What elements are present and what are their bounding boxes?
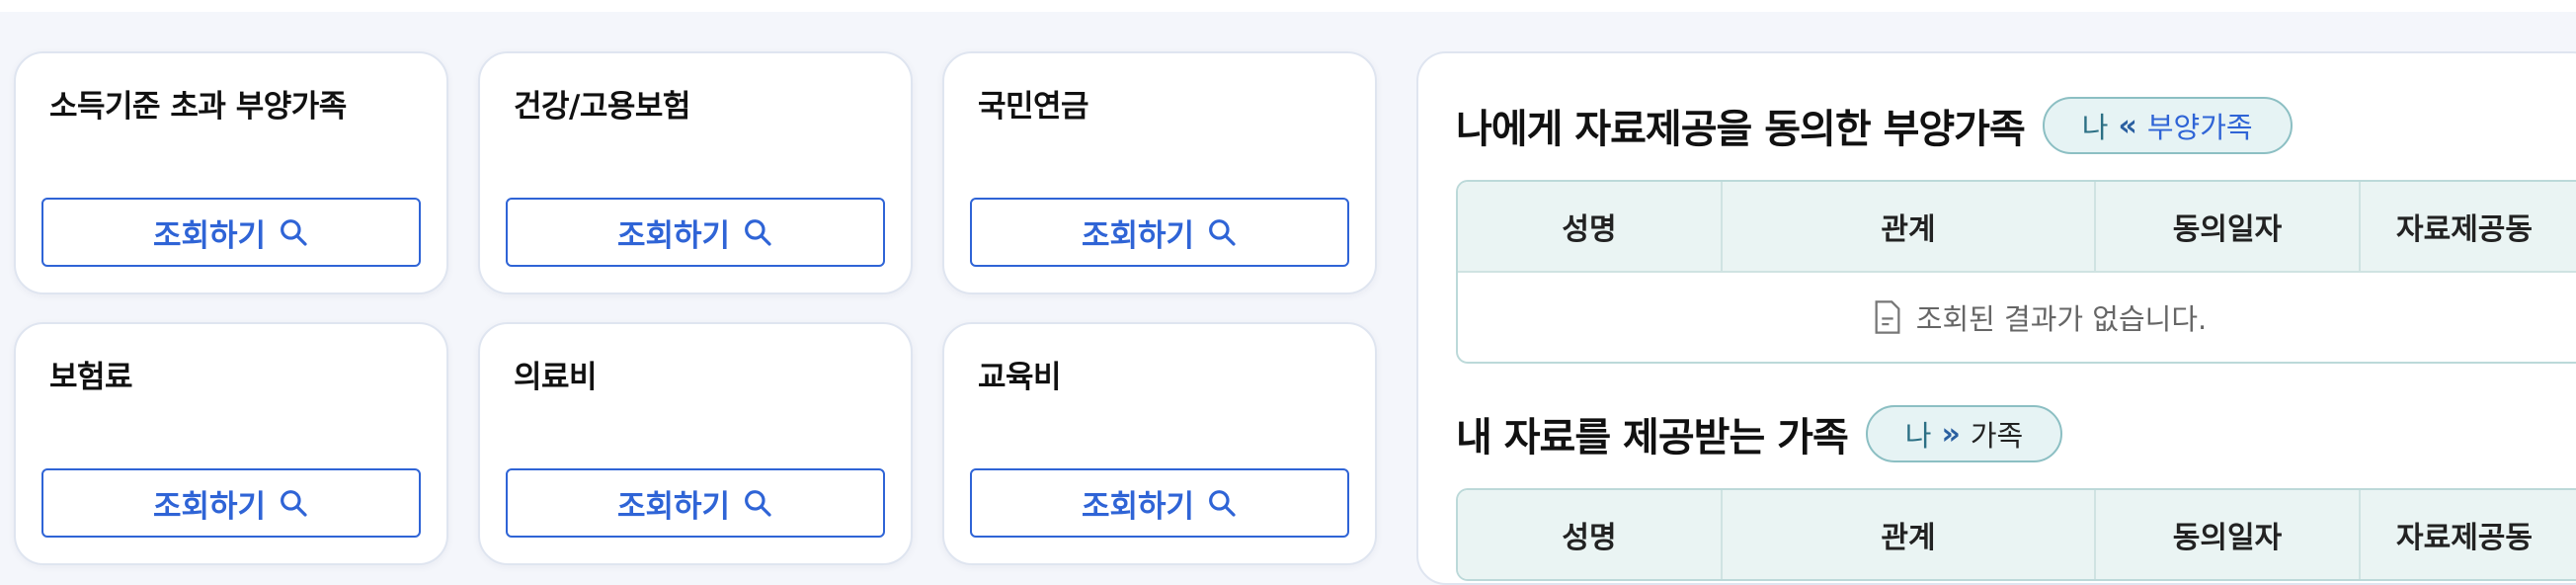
direction-badge-to-me: 나 « 부양가족 xyxy=(2042,97,2293,154)
consented-section-title: 나에게 자료제공을 동의한 부양가족 xyxy=(1456,107,2026,152)
search-icon xyxy=(1209,219,1236,246)
consented-table-header: 성명 관계 동의일자 자료제공동 xyxy=(1458,182,2576,271)
search-icon xyxy=(281,490,307,517)
providing-table: 성명 관계 동의일자 자료제공동 xyxy=(1456,488,2576,581)
providing-table-header: 성명 관계 동의일자 자료제공동 xyxy=(1458,490,2576,579)
double-chevron-right-icon: » xyxy=(1941,416,1961,452)
card-education-expenses: 교육비 조회하기 xyxy=(942,322,1377,565)
badge-dependents-label: 부양가족 xyxy=(2146,111,2253,144)
search-icon xyxy=(745,490,771,517)
column-header-data-provision[interactable]: 자료제공동 xyxy=(2361,182,2576,271)
card-title: 의료비 xyxy=(514,360,598,395)
query-button-health-employment[interactable]: 조회하기 xyxy=(506,198,885,267)
column-header-name[interactable]: 성명 xyxy=(1458,182,1723,271)
column-header-data-provision[interactable]: 자료제공동 xyxy=(2361,490,2576,579)
query-button-label: 조회하기 xyxy=(1081,217,1195,253)
card-health-employment-insurance: 건강/고용보험 조회하기 xyxy=(478,51,913,294)
lookup-card-grid: 소득기준 초과 부양가족 조회하기 건강/고용보험 조회하기 국민연금 조회하기… xyxy=(14,51,1377,565)
query-button-label: 조회하기 xyxy=(1081,488,1195,524)
card-title: 교육비 xyxy=(978,360,1062,395)
document-icon xyxy=(1875,300,1900,334)
providing-section-title: 내 자료를 제공받는 가족 xyxy=(1456,415,1849,460)
consented-section-header: 나에게 자료제공을 동의한 부양가족 나 « 부양가족 xyxy=(1456,97,2293,154)
family-data-consent-panel: 나에게 자료제공을 동의한 부양가족 나 « 부양가족 성명 관계 동의일자 자… xyxy=(1416,51,2576,585)
search-icon xyxy=(1209,490,1236,517)
column-header-relation[interactable]: 관계 xyxy=(1723,490,2096,579)
badge-me-label: 나 xyxy=(2081,111,2109,144)
consented-table: 성명 관계 동의일자 자료제공동 조회된 결과가 없습니다. xyxy=(1456,180,2576,364)
query-button-education-expenses[interactable]: 조회하기 xyxy=(970,468,1349,538)
direction-badge-from-me: 나 » 가족 xyxy=(1865,405,2063,462)
providing-section-header: 내 자료를 제공받는 가족 나 » 가족 xyxy=(1456,405,2063,462)
column-header-consent-date[interactable]: 동의일자 xyxy=(2096,182,2361,271)
column-header-name[interactable]: 성명 xyxy=(1458,490,1723,579)
search-icon xyxy=(281,219,307,246)
empty-result-row: 조회된 결과가 없습니다. xyxy=(1458,271,2576,362)
top-bar xyxy=(0,0,2576,12)
badge-family-label: 가족 xyxy=(1970,419,2024,453)
query-button-label: 조회하기 xyxy=(152,217,267,253)
query-button-insurance-premium[interactable]: 조회하기 xyxy=(41,468,421,538)
column-header-consent-date[interactable]: 동의일자 xyxy=(2096,490,2361,579)
query-button-income-dependents[interactable]: 조회하기 xyxy=(41,198,421,267)
card-national-pension: 국민연금 조회하기 xyxy=(942,51,1377,294)
badge-me-label: 나 xyxy=(1904,419,1932,453)
double-chevron-left-icon: « xyxy=(2118,108,2137,143)
query-button-label: 조회하기 xyxy=(616,217,731,253)
search-icon xyxy=(745,219,771,246)
query-button-label: 조회하기 xyxy=(152,488,267,524)
query-button-medical-expenses[interactable]: 조회하기 xyxy=(506,468,885,538)
card-title: 건강/고용보험 xyxy=(514,89,690,125)
card-insurance-premium: 보험료 조회하기 xyxy=(14,322,448,565)
card-title: 보험료 xyxy=(49,360,133,395)
query-button-national-pension[interactable]: 조회하기 xyxy=(970,198,1349,267)
empty-result-text: 조회된 결과가 없습니다. xyxy=(1915,302,2208,336)
card-title: 국민연금 xyxy=(978,89,1089,125)
card-medical-expenses: 의료비 조회하기 xyxy=(478,322,913,565)
column-header-relation[interactable]: 관계 xyxy=(1723,182,2096,271)
query-button-label: 조회하기 xyxy=(616,488,731,524)
card-income-dependents: 소득기준 초과 부양가족 조회하기 xyxy=(14,51,448,294)
card-title: 소득기준 초과 부양가족 xyxy=(49,89,347,125)
